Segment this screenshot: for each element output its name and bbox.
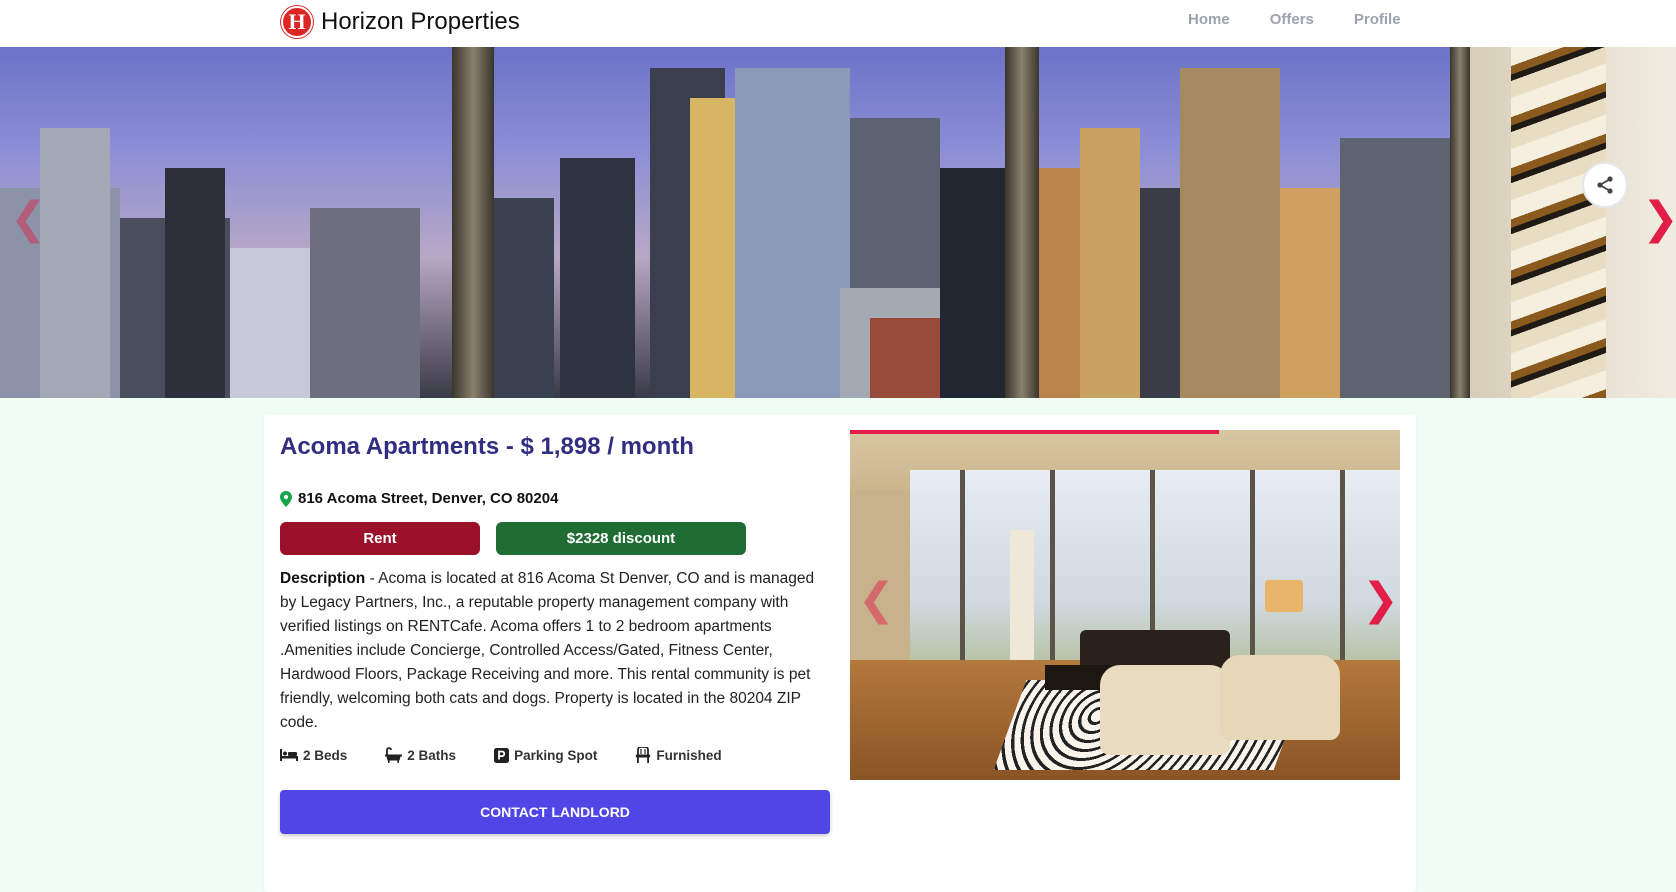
hero-building [735, 68, 850, 398]
hero-building [560, 158, 635, 398]
bathtub-icon [385, 747, 403, 763]
brand-name: Horizon Properties [321, 8, 520, 35]
share-button[interactable] [1582, 162, 1628, 208]
feature-beds: 2 Beds [280, 748, 347, 763]
hero-window-frame [1450, 47, 1470, 398]
listing-description: Description - Acoma is located at 816 Ac… [280, 567, 830, 735]
map-pin-icon [280, 490, 292, 507]
chair-icon [636, 747, 651, 763]
listing-address: 816 Acoma Street, Denver, CO 80204 [280, 490, 558, 507]
gallery-armchair [1100, 665, 1230, 755]
address-text: 816 Acoma Street, Denver, CO 80204 [298, 490, 559, 507]
parking-icon [494, 747, 510, 763]
bed-icon [280, 749, 298, 761]
hero-building [165, 168, 225, 398]
brand[interactable]: H Horizon Properties [281, 6, 520, 38]
gallery-mullion [1250, 470, 1255, 660]
hero-building [1180, 68, 1280, 398]
hero-building [1340, 138, 1450, 398]
hero-window-frame [1005, 47, 1039, 398]
gallery-prev-arrow[interactable]: ❮ [858, 578, 895, 622]
nav-home-link[interactable]: Home [1188, 11, 1230, 28]
main-nav: Home Offers Profile [1188, 11, 1441, 28]
gallery-column [1010, 530, 1034, 670]
share-icon [1597, 176, 1613, 194]
baths-label: 2 Baths [407, 747, 457, 763]
description-text: - Acoma is located at 816 Acoma St Denve… [280, 570, 815, 731]
hero-building [1080, 128, 1140, 398]
listing-card: Acoma Apartments - $ 1,898 / month 816 A… [264, 415, 1416, 892]
hero-artwork [1511, 47, 1606, 398]
listing-title: Acoma Apartments - $ 1,898 / month [280, 433, 694, 460]
contact-landlord-button[interactable]: CONTACT LANDLORD [280, 790, 830, 834]
gallery-lamp [1265, 580, 1303, 612]
hero-building [494, 198, 554, 398]
hero-next-arrow[interactable]: ❯ [1642, 197, 1676, 241]
logo-icon: H [281, 6, 313, 38]
listing-type-badge: Rent [280, 522, 480, 555]
hero-building [40, 128, 110, 398]
discount-badge: $2328 discount [496, 522, 746, 555]
beds-label: 2 Beds [303, 747, 348, 763]
nav-profile-link[interactable]: Profile [1354, 11, 1401, 28]
feature-baths: 2 Baths [385, 747, 456, 763]
gallery-armchair [1220, 655, 1340, 740]
photo-gallery-carousel: ❮ ❯ [850, 430, 1400, 780]
parking-label: Parking Spot [514, 747, 598, 763]
gallery-progress-bar [850, 430, 1219, 434]
gallery-mullion [1050, 470, 1055, 660]
hero-building [230, 248, 320, 398]
description-label: Description [280, 570, 366, 587]
hero-prev-arrow[interactable]: ❮ [10, 197, 47, 241]
hero-building [690, 98, 740, 398]
hero-building [310, 208, 420, 398]
hero-building [870, 318, 950, 398]
top-navbar: H Horizon Properties Home Offers Profile [0, 0, 1676, 47]
nav-offers-link[interactable]: Offers [1270, 11, 1314, 28]
feature-furnished: Furnished [635, 747, 722, 763]
furnished-label: Furnished [656, 747, 722, 763]
hero-building [940, 168, 1005, 398]
gallery-mullion [1340, 470, 1345, 660]
gallery-mullion [960, 470, 965, 660]
gallery-next-arrow[interactable]: ❯ [1362, 578, 1399, 622]
hero-window-frame [452, 47, 494, 398]
hero-carousel: ❮ ❯ [0, 47, 1676, 398]
feature-list: 2 Beds 2 Baths Parking Spot Furnished [280, 747, 760, 763]
feature-parking: Parking Spot [494, 747, 598, 763]
